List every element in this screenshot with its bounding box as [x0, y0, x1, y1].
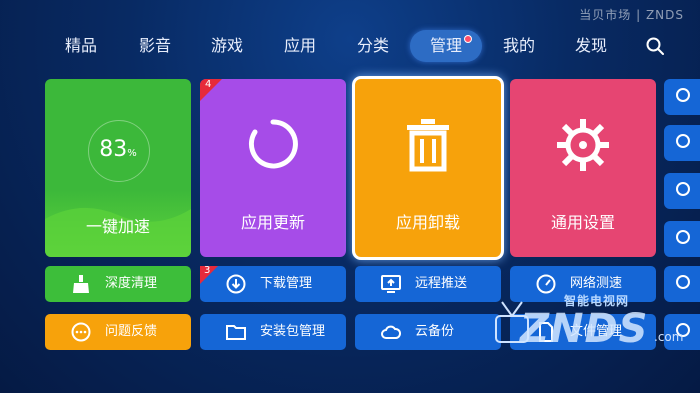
watermark-suffix: .com: [654, 330, 684, 344]
top-nav: 精品 影音 游戏 应用 分类 管理 我的 发现: [0, 30, 700, 64]
nav-tab-categories[interactable]: 分类: [340, 30, 406, 62]
brand-logo: 当贝市场 | ZNDS: [579, 8, 684, 22]
side-item-icon: [676, 88, 690, 102]
download-manager-label: 下载管理: [260, 276, 313, 291]
folder-icon: [226, 325, 246, 340]
search-icon[interactable]: [646, 37, 664, 55]
nav-tab-discover[interactable]: 发现: [558, 30, 624, 62]
side-item-2[interactable]: [664, 125, 700, 161]
side-item-icon: [676, 230, 690, 244]
speed-unit: %: [127, 148, 137, 159]
nav-tab-manage[interactable]: 管理: [410, 30, 482, 62]
refresh-icon: [248, 119, 298, 169]
tile-app-uninstall-label: 应用卸载: [395, 213, 460, 232]
nav-tab-games[interactable]: 游戏: [194, 30, 260, 62]
deep-clean-label: 深度清理: [105, 276, 158, 291]
screen-upload-icon: [381, 275, 401, 293]
speedometer-icon: [536, 274, 556, 294]
apk-manager-button[interactable]: 安装包管理: [200, 314, 346, 350]
trash-icon: [407, 119, 449, 172]
download-manager-button[interactable]: 3 下载管理: [200, 265, 346, 302]
update-badge-count: 4: [205, 79, 212, 90]
feedback-label: 问题反馈: [105, 324, 158, 339]
deep-clean-button[interactable]: 深度清理: [45, 266, 191, 302]
cloud-backup-label: 云备份: [415, 324, 455, 339]
speed-value: 83%: [45, 137, 191, 162]
cloud-icon: [381, 325, 401, 339]
apk-manager-label: 安装包管理: [260, 324, 326, 339]
cloud-backup-button[interactable]: 云备份: [355, 314, 501, 350]
remote-push-label: 远程推送: [415, 276, 468, 291]
tile-app-uninstall[interactable]: 应用卸载: [355, 79, 501, 257]
tile-speedup-label: 一键加速: [85, 217, 150, 236]
side-item-icon: [676, 134, 690, 148]
notification-dot: [464, 35, 472, 43]
tile-speedup[interactable]: 83% 一键加速: [45, 79, 191, 257]
side-item-4[interactable]: [664, 221, 700, 257]
nav-tab-featured[interactable]: 精品: [48, 30, 114, 62]
tile-settings[interactable]: 通用设置: [510, 79, 656, 257]
remote-push-button[interactable]: 远程推送: [355, 266, 501, 302]
tile-app-update[interactable]: 4 应用更新: [200, 79, 346, 257]
side-item-icon: [676, 182, 690, 196]
nav-tab-media[interactable]: 影音: [122, 30, 188, 62]
download-badge-count: 3: [204, 265, 211, 276]
nav-tab-apps[interactable]: 应用: [267, 30, 333, 62]
speed-percent: 83: [99, 137, 128, 162]
tile-settings-label: 通用设置: [550, 213, 615, 232]
side-item-3[interactable]: [664, 173, 700, 209]
broom-icon: [73, 275, 89, 293]
nav-tab-manage-label: 管理: [429, 36, 462, 55]
znds-watermark: 智能电视网 ZNDS .com: [484, 292, 700, 372]
nav-tab-mine[interactable]: 我的: [486, 30, 552, 62]
feedback-button[interactable]: 问题反馈: [45, 314, 191, 350]
download-icon: [226, 274, 246, 294]
side-item-1[interactable]: [664, 79, 700, 115]
tile-app-update-label: 应用更新: [240, 213, 305, 232]
more-dots-icon: [71, 322, 91, 342]
gear-icon: [557, 119, 609, 171]
watermark-main: ZNDS: [520, 306, 649, 352]
side-item-icon: [676, 275, 690, 289]
